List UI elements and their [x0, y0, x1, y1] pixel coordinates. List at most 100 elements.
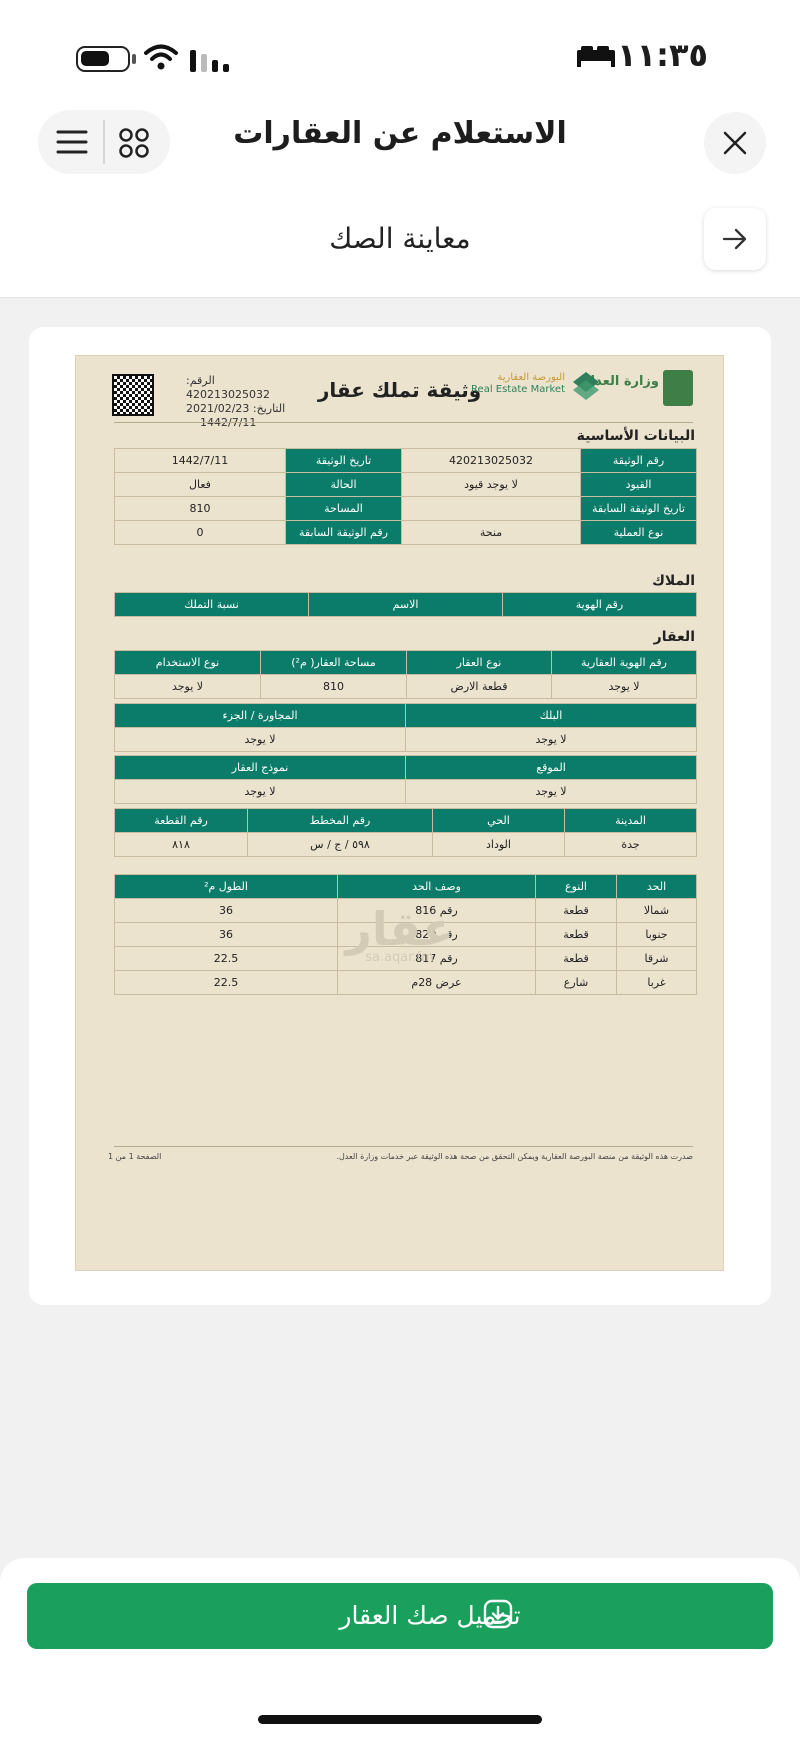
- table-row: لا يوجد قطعة الارض 810 لا يوجد: [114, 674, 697, 699]
- label-prev-doc-date: تاريخ الوثيقة السابقة: [580, 496, 697, 521]
- owners-heading: الملاك: [652, 573, 695, 589]
- basic-data-table: رقم الوثيقة 420213025032 تاريخ الوثيقة 1…: [114, 448, 697, 545]
- owners-col-name: الاسم: [308, 592, 503, 617]
- table-header-row: المدينة الحي رقم المخطط رقم القطعة: [114, 808, 697, 833]
- value-restrictions: لا يوجد قيود: [401, 472, 581, 497]
- owners-col-id: رقم الهوية: [502, 592, 697, 617]
- download-button-label: تحميل صك العقار: [339, 1601, 521, 1630]
- addr-col-city: المدينة: [564, 808, 697, 833]
- addr-value-plot: ٨١٨: [114, 832, 248, 857]
- table-header-row: رقم الهوية الاسم نسبة التملك: [114, 592, 697, 617]
- prop-col-area: مساحة العقار( م²): [260, 650, 407, 675]
- label-status: الحالة: [285, 472, 402, 497]
- prop-col-usage: نوع الاستخدام: [114, 650, 261, 675]
- footer-page-number: الصفحة 1 من 1: [108, 1152, 162, 1161]
- label-location: الموقع: [405, 755, 697, 780]
- deed-document-preview[interactable]: الرقم: 420213025032 التاريخ: 2021/02/23 …: [75, 355, 724, 1271]
- document-date: التاريخ: 2021/02/23: [186, 402, 286, 415]
- value-doc-number: 420213025032: [401, 448, 581, 473]
- aqar-watermark: عقار sa.aqar.fm: [76, 904, 723, 965]
- value-area: 810: [114, 496, 286, 521]
- address-table: المدينة الحي رقم المخطط رقم القطعة جدة ا…: [114, 808, 697, 857]
- table-row: القيود لا يوجد قيود الحالة فعال: [114, 472, 697, 497]
- prop-value-id: لا يوجد: [551, 674, 697, 699]
- label-prev-doc-number: رقم الوثيقة السابقة: [285, 520, 402, 545]
- prop-value-type: قطعة الارض: [406, 674, 552, 699]
- wifi-icon: [144, 44, 178, 70]
- footer-rule: [114, 1146, 693, 1147]
- value-prev-doc-date: [401, 496, 581, 521]
- bounds-length: 22.5: [114, 970, 338, 995]
- watermark-brand: عقار: [345, 902, 454, 956]
- battery-tip-icon: [132, 54, 136, 64]
- value-property-model: لا يوجد: [114, 779, 406, 804]
- bounds-side: غربا: [616, 970, 697, 995]
- value-doc-date: 1442/7/11: [114, 448, 286, 473]
- download-icon: [483, 1599, 513, 1629]
- home-indicator: [258, 1715, 542, 1724]
- label-neighbor-part: المجاورة / الجزء: [114, 703, 406, 728]
- header-rule: [114, 422, 693, 423]
- property-table: رقم الهوية العقارية نوع العقار مساحة الع…: [114, 650, 697, 699]
- real-estate-market-logo-icon: [573, 372, 599, 400]
- value-prev-doc-number: 0: [114, 520, 286, 545]
- property-heading: العقار: [653, 629, 695, 645]
- label-doc-date: تاريخ الوثيقة: [285, 448, 402, 473]
- market-name-en: Real Estate Market: [471, 384, 565, 395]
- bounds-col-desc: وصف الحد: [337, 874, 536, 899]
- value-operation-type: منحة: [401, 520, 581, 545]
- ministry-logo-icon: [663, 370, 693, 406]
- watermark-handle: sa.aqar.fm: [365, 950, 434, 965]
- label-area: المساحة: [285, 496, 402, 521]
- download-deed-button[interactable]: تحميل صك العقار: [27, 1583, 773, 1649]
- label-restrictions: القيود: [580, 472, 697, 497]
- table-header-row: البلك المجاورة / الجزء: [114, 703, 697, 728]
- table-header-row: الحد النوع وصف الحد الطول م²: [114, 874, 697, 899]
- battery-icon: [76, 46, 130, 72]
- label-property-model: نموذج العقار: [114, 755, 406, 780]
- addr-value-district: الوداد: [432, 832, 565, 857]
- status-bar: ١١:٣٥: [0, 0, 800, 100]
- label-block: البلك: [405, 703, 697, 728]
- prop-col-type: نوع العقار: [406, 650, 552, 675]
- owners-col-share: نسبة التملك: [114, 592, 309, 617]
- real-estate-market-logo-text: البورصة العقارية Real Estate Market: [471, 372, 565, 396]
- table-header-row: الموقع نموذج العقار: [114, 755, 697, 780]
- value-location: لا يوجد: [405, 779, 697, 804]
- table-row: تاريخ الوثيقة السابقة المساحة 810: [114, 496, 697, 521]
- document-hijri-date: 1442/7/11: [200, 416, 257, 429]
- table-row: لا يوجد لا يوجد: [114, 779, 697, 804]
- label-doc-number: رقم الوثيقة: [580, 448, 697, 473]
- sleep-mode-icon: [577, 46, 615, 67]
- value-neighbor-part: لا يوجد: [114, 727, 406, 752]
- prop-value-usage: لا يوجد: [114, 674, 261, 699]
- block-neighbor-table: البلك المجاورة / الجزء لا يوجد لا يوجد: [114, 703, 697, 752]
- cellular-signal-icon: [190, 50, 229, 72]
- section-subtitle: معاينة الصك: [329, 222, 471, 255]
- value-block: لا يوجد: [405, 727, 697, 752]
- table-row: جدة الوداد ٥٩٨ / ج / س ٨١٨: [114, 832, 697, 857]
- prop-col-id: رقم الهوية العقارية: [551, 650, 697, 675]
- location-model-table: الموقع نموذج العقار لا يوجد لا يوجد: [114, 755, 697, 804]
- addr-value-plan: ٥٩٨ / ج / س: [247, 832, 433, 857]
- addr-col-plot: رقم القطعة: [114, 808, 248, 833]
- prop-value-area: 810: [260, 674, 407, 699]
- addr-col-plan: رقم المخطط: [247, 808, 433, 833]
- addr-value-city: جدة: [564, 832, 697, 857]
- table-header-row: رقم الهوية العقارية نوع العقار مساحة الع…: [114, 650, 697, 675]
- addr-col-district: الحي: [432, 808, 565, 833]
- value-status: فعال: [114, 472, 286, 497]
- market-name-ar: البورصة العقارية: [497, 372, 565, 383]
- status-time: ١١:٣٥: [617, 36, 708, 74]
- page-title: الاستعلام عن العقارات: [233, 116, 567, 151]
- table-row: لا يوجد لا يوجد: [114, 727, 697, 752]
- basic-data-heading: البيانات الأساسية: [576, 428, 695, 444]
- footer-note: صدرت هذه الوثيقة من منصة البورصة العقاري…: [336, 1152, 693, 1161]
- bounds-col-length: الطول م²: [114, 874, 338, 899]
- bounds-desc: عرض 28م: [337, 970, 536, 995]
- bounds-col-type: النوع: [535, 874, 617, 899]
- table-row: نوع العملية منحة رقم الوثيقة السابقة 0: [114, 520, 697, 545]
- table-row: غربا شارع عرض 28م 22.5: [114, 970, 697, 995]
- bounds-type: شارع: [535, 970, 617, 995]
- bounds-col-side: الحد: [616, 874, 697, 899]
